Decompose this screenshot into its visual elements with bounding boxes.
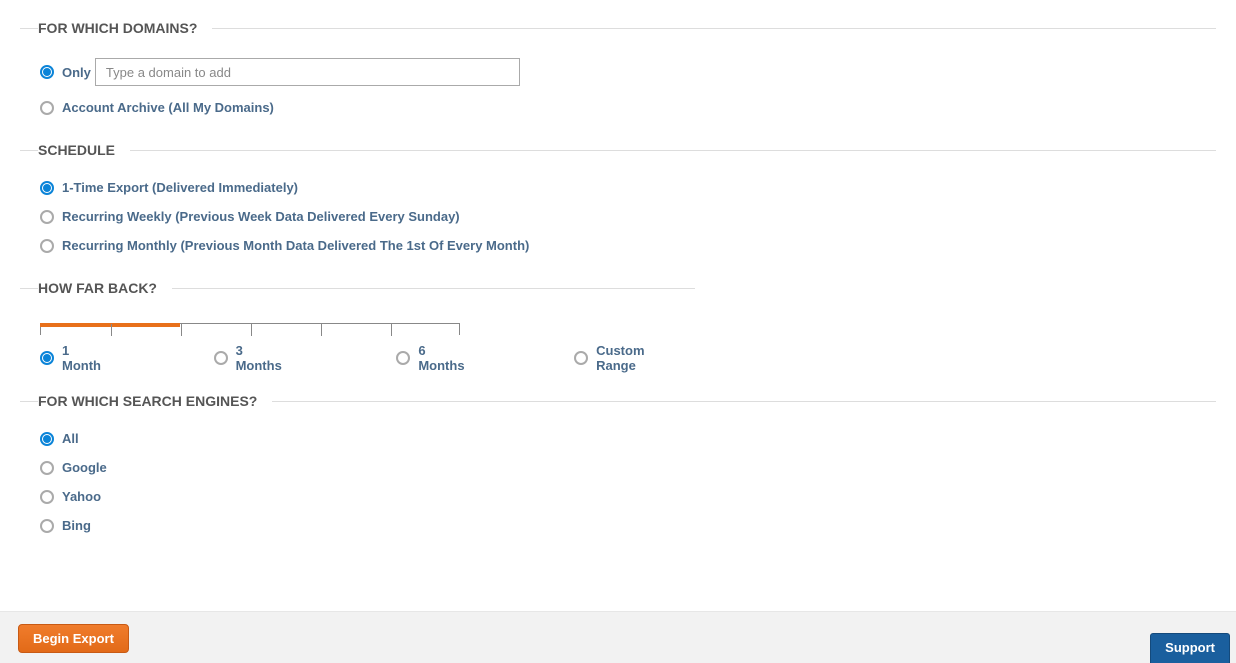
range-options: 1 Month 3 Months 6 Months Custom Range [20,335,695,373]
schedule-radio-1[interactable] [40,210,54,224]
search-engines-section: For Which Search Engines? All Google Yah… [20,393,1216,540]
domains-only-row: Only [20,51,1216,93]
slider-tick [391,324,392,336]
domains-archive-radio[interactable] [40,101,54,115]
schedule-radio-2[interactable] [40,239,54,253]
range-radio-1[interactable] [214,351,228,365]
schedule-label-0[interactable]: 1-Time Export (Delivered Immediately) [62,180,298,195]
engine-option-0: All [20,424,1216,453]
engine-radio-1[interactable] [40,461,54,475]
schedule-option-2: Recurring Monthly (Previous Month Data D… [20,231,1216,260]
domains-only-label[interactable]: Only [62,65,91,80]
domains-legend: For Which Domains? [38,20,212,36]
range-option-1: 3 Months [214,343,292,373]
range-radio-2[interactable] [396,351,410,365]
engine-radio-0[interactable] [40,432,54,446]
engine-option-3: Bing [20,511,1216,540]
schedule-label-2[interactable]: Recurring Monthly (Previous Month Data D… [62,238,529,253]
slider-tick [321,324,322,336]
engine-radio-3[interactable] [40,519,54,533]
schedule-option-1: Recurring Weekly (Previous Week Data Del… [20,202,1216,231]
schedule-radio-0[interactable] [40,181,54,195]
domains-archive-label[interactable]: Account Archive (All My Domains) [62,100,274,115]
slider-track[interactable] [40,323,460,335]
footer-bar: Begin Export [0,611,1236,663]
schedule-option-0: 1-Time Export (Delivered Immediately) [20,173,1216,202]
domains-section: For Which Domains? Only Account Archive … [20,20,1216,122]
engine-label-1[interactable]: Google [62,460,107,475]
schedule-label-1[interactable]: Recurring Weekly (Previous Week Data Del… [62,209,460,224]
slider-tick [181,324,182,336]
how-far-back-section: How Far Back? 1 Month 3 Months [20,280,695,373]
range-slider[interactable] [20,311,695,335]
range-radio-0[interactable] [40,351,54,365]
slider-fill [40,323,180,327]
slider-tick [251,324,252,336]
domains-only-radio[interactable] [40,65,54,79]
schedule-legend: Schedule [38,142,130,158]
range-label-0[interactable]: 1 Month [62,343,111,373]
range-option-2: 6 Months [396,343,474,373]
search-engines-legend: For Which Search Engines? [38,393,272,409]
range-label-2[interactable]: 6 Months [418,343,474,373]
how-far-back-legend: How Far Back? [38,280,172,296]
range-label-1[interactable]: 3 Months [236,343,292,373]
engine-label-3[interactable]: Bing [62,518,91,533]
engine-label-0[interactable]: All [62,431,79,446]
range-radio-3[interactable] [574,351,588,365]
begin-export-button[interactable]: Begin Export [18,624,129,653]
range-option-3: Custom Range [574,343,687,373]
support-button[interactable]: Support [1150,633,1230,663]
schedule-section: Schedule 1-Time Export (Delivered Immedi… [20,142,1216,260]
slider-tick [111,324,112,336]
engine-label-2[interactable]: Yahoo [62,489,101,504]
range-option-0: 1 Month [40,343,111,373]
engine-option-1: Google [20,453,1216,482]
range-label-3[interactable]: Custom Range [596,343,687,373]
engine-radio-2[interactable] [40,490,54,504]
domain-input[interactable] [95,58,520,86]
engine-option-2: Yahoo [20,482,1216,511]
domains-archive-row: Account Archive (All My Domains) [20,93,1216,122]
